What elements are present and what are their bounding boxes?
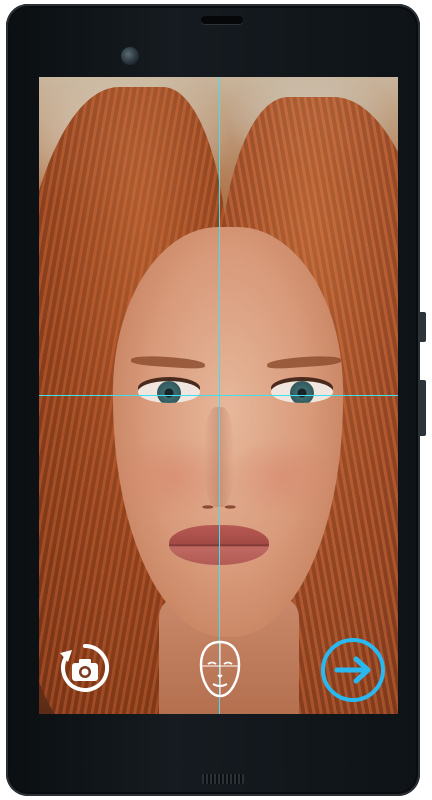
camera-viewfinder [39, 77, 398, 714]
power-button[interactable] [418, 312, 426, 342]
photo-left-eye [138, 381, 200, 403]
volume-button[interactable] [418, 380, 426, 436]
arrow-right-icon [321, 638, 385, 702]
switch-camera-button[interactable] [57, 640, 113, 696]
bottom-speaker-grille [202, 774, 244, 784]
horizontal-guide-line [39, 395, 398, 396]
next-button[interactable] [320, 637, 386, 703]
earpiece-speaker [201, 16, 243, 24]
front-camera-lens [121, 47, 139, 65]
face-guide-button[interactable] [197, 639, 243, 699]
face-outline-icon [199, 640, 241, 698]
photo-right-eye [271, 381, 333, 403]
camera-rotate-icon [60, 644, 110, 692]
